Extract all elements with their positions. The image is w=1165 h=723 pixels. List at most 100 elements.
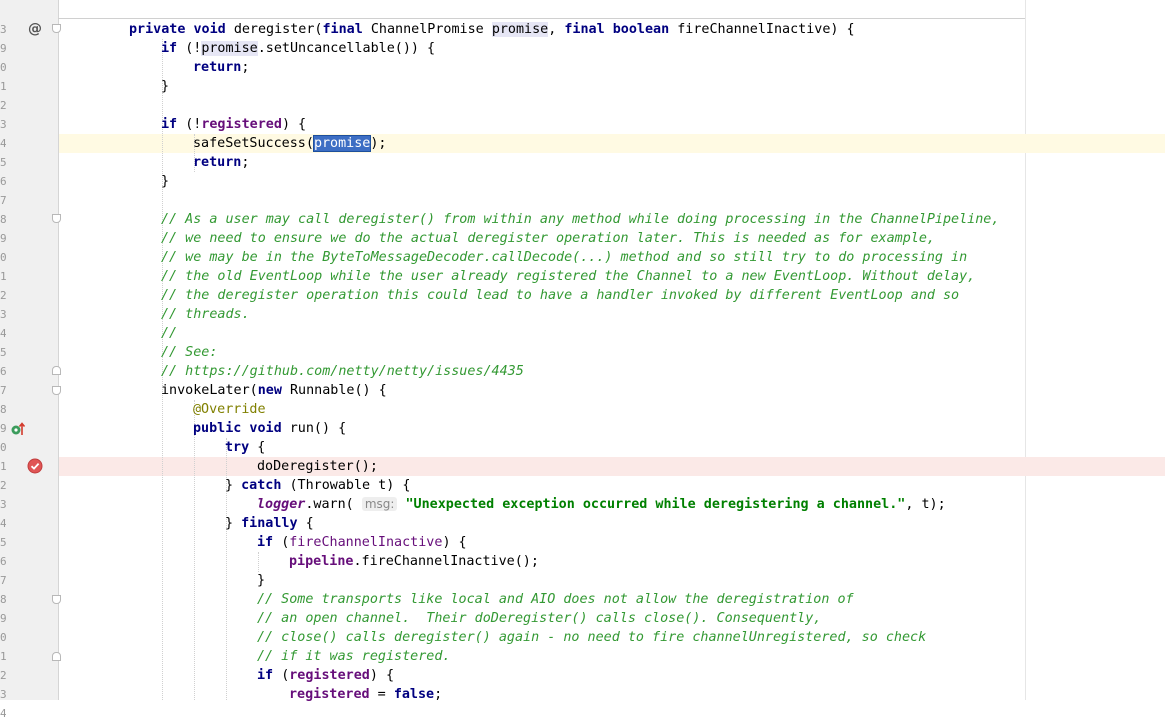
comment-line-link[interactable]: // https://github.com/netty/netty/issues… (161, 362, 524, 381)
code-line[interactable]: registered = false; (289, 685, 442, 704)
keyword: finally (241, 516, 306, 531)
line-number[interactable]: 6 (0, 172, 6, 191)
line-number[interactable]: 6 (0, 552, 6, 571)
code-line[interactable]: try { (225, 438, 265, 457)
comment-line[interactable]: // an open channel. Their doDeregister()… (257, 609, 821, 628)
code-line-method-signature[interactable]: private void deregister(final ChannelPro… (129, 20, 855, 39)
line-number[interactable]: 1 (0, 267, 6, 286)
code-text: } (225, 516, 242, 531)
line-number[interactable]: 8 (0, 400, 6, 419)
fold-marker-icon[interactable] (52, 652, 61, 661)
code-line-breakpoint[interactable]: doDeregister(); (257, 457, 378, 476)
fold-marker-icon[interactable] (52, 386, 61, 395)
fold-marker-icon[interactable] (52, 214, 61, 223)
line-number[interactable]: 4 (0, 324, 6, 343)
keyword: new (257, 383, 290, 398)
line-number[interactable]: 2 (0, 476, 6, 495)
line-number[interactable]: 9 (0, 419, 6, 438)
code-line[interactable]: } catch (Throwable t) { (225, 476, 410, 495)
line-number[interactable]: 5 (0, 343, 6, 362)
code-line[interactable]: return; (193, 58, 249, 77)
comment-line[interactable]: // threads. (161, 305, 250, 324)
line-number[interactable]: 9 (0, 39, 6, 58)
comment-line[interactable]: // As a user may call deregister() from … (161, 210, 999, 229)
line-number[interactable]: 4 (0, 514, 6, 533)
code-line[interactable]: logger.warn( msg: "Unexpected exception … (257, 495, 946, 514)
keyword: if (257, 535, 282, 550)
code-line[interactable]: public void run() { (193, 419, 346, 438)
selected-text[interactable]: promise (312, 135, 372, 152)
line-number[interactable]: 0 (0, 248, 6, 267)
code-text: invokeLater( (161, 383, 258, 398)
line-number[interactable]: 5 (0, 153, 6, 172)
line-number[interactable]: 4 (0, 134, 6, 153)
code-line[interactable]: if (registered) { (257, 666, 394, 685)
code-line[interactable]: pipeline.fireChannelInactive(); (289, 552, 539, 571)
keyword: final boolean (564, 22, 678, 37)
override-up-arrow-icon[interactable] (11, 421, 25, 437)
comment-line[interactable]: // close() calls deregister() again - no… (257, 628, 926, 647)
line-number[interactable]: 3 (0, 495, 6, 514)
comment-line[interactable]: // the deregister operation this could l… (161, 286, 959, 305)
editor-gutter[interactable] (0, 0, 59, 700)
comment-line[interactable]: // if it was registered. (257, 647, 450, 666)
code-line[interactable]: } (161, 77, 169, 96)
comment-line[interactable]: // Some transports like local and AIO do… (257, 590, 854, 609)
code-line-caret[interactable]: safeSetSuccess(promise); (193, 134, 387, 153)
fold-marker-icon[interactable] (52, 24, 61, 33)
line-number[interactable]: 2 (0, 286, 6, 305)
code-line[interactable]: if (!promise.setUncancellable()) { (161, 39, 435, 58)
code-line[interactable]: if (fireChannelInactive) { (257, 533, 467, 552)
line-number[interactable]: 3 (0, 115, 6, 134)
implements-at-icon[interactable]: @ (28, 21, 42, 37)
line-number[interactable]: 8 (0, 590, 6, 609)
line-number[interactable]: 9 (0, 229, 6, 248)
field-name: registered (289, 668, 370, 683)
code-text: fireChannelInactive) { (677, 22, 855, 37)
line-number[interactable]: 7 (0, 191, 6, 210)
code-text: safeSetSuccess( (193, 136, 314, 151)
code-line[interactable]: } (257, 571, 265, 590)
comment-line[interactable]: // (161, 324, 177, 343)
code-line[interactable]: return; (193, 153, 249, 172)
fold-marker-icon[interactable] (52, 595, 61, 604)
code-line[interactable]: if (!registered) { (161, 115, 306, 134)
line-number[interactable]: 7 (0, 381, 6, 400)
line-number[interactable]: 3 (0, 685, 6, 704)
line-number[interactable]: 3 (0, 20, 6, 39)
line-number[interactable]: 2 (0, 96, 6, 115)
code-line[interactable]: invokeLater(new Runnable() { (161, 381, 387, 400)
comment-line[interactable]: // See: (161, 343, 217, 362)
line-number[interactable]: 7 (0, 571, 6, 590)
code-text: ); (370, 136, 387, 151)
code-text: ; (241, 60, 250, 75)
comment-line[interactable]: // we may be in the ByteToMessageDecoder… (161, 248, 967, 267)
line-number[interactable]: 0 (0, 438, 6, 457)
code-line[interactable]: } (161, 172, 169, 191)
line-number[interactable]: 3 (0, 305, 6, 324)
line-number[interactable]: 6 (0, 362, 6, 381)
field-name: registered (201, 117, 282, 132)
line-number[interactable]: 2 (0, 666, 6, 685)
line-number[interactable]: 0 (0, 628, 6, 647)
method-separator (58, 18, 1025, 19)
keyword: private void (129, 22, 234, 37)
line-number[interactable]: 8 (0, 210, 6, 229)
line-number[interactable]: 1 (0, 647, 6, 666)
line-number[interactable]: 9 (0, 609, 6, 628)
field-name: pipeline (289, 554, 354, 569)
comment-line[interactable]: // the old EventLoop while the user alre… (161, 267, 975, 286)
line-number[interactable]: 1 (0, 457, 6, 476)
breakpoint-check-icon[interactable] (27, 458, 43, 474)
annotation-line[interactable]: @Override (193, 400, 266, 419)
comment-line[interactable]: // we need to ensure we do the actual de… (161, 229, 935, 248)
line-number[interactable]: 1 (0, 77, 6, 96)
code-text: , t); (905, 497, 946, 512)
line-number[interactable]: 5 (0, 533, 6, 552)
line-number[interactable]: 4 (0, 704, 6, 723)
code-text: ; (241, 155, 250, 170)
code-text: ) { (442, 535, 467, 550)
fold-marker-icon[interactable] (52, 366, 61, 375)
code-line[interactable]: } finally { (225, 514, 314, 533)
line-number[interactable]: 0 (0, 58, 6, 77)
